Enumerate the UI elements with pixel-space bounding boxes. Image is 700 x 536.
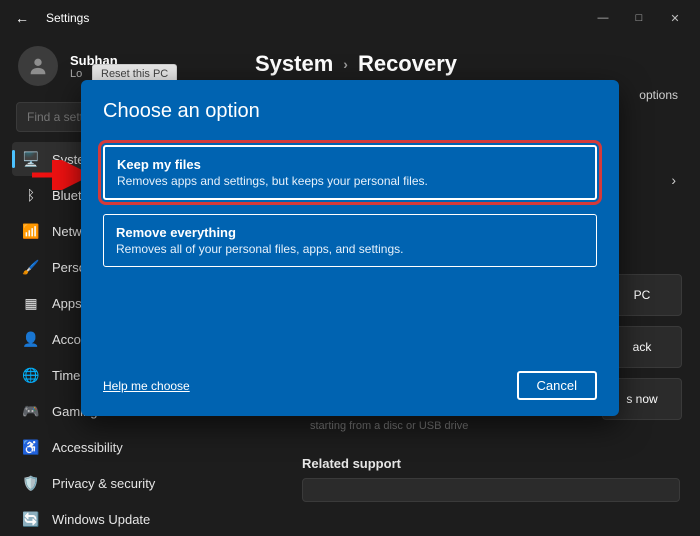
sidebar-item-label: Apps bbox=[52, 296, 82, 311]
option-title: Remove everything bbox=[116, 225, 584, 240]
minimize-button[interactable]: — bbox=[596, 12, 610, 25]
close-button[interactable]: ✕ bbox=[668, 12, 682, 25]
window-title: Settings bbox=[46, 11, 89, 25]
globe-icon: 🌐 bbox=[22, 366, 40, 384]
dialog-title: Choose an option bbox=[103, 100, 597, 123]
option-remove-everything[interactable]: Remove everything Removes all of your pe… bbox=[103, 214, 597, 267]
breadcrumb: System › Recovery bbox=[255, 51, 457, 77]
option-title: Keep my files bbox=[117, 157, 583, 172]
sidebar-item-privacy-security[interactable]: 🛡️ Privacy & security bbox=[12, 466, 232, 500]
maximize-button[interactable]: □ bbox=[632, 12, 646, 25]
sidebar-item-accessibility[interactable]: ♿ Accessibility bbox=[12, 430, 232, 464]
dialog-footer: Help me choose Cancel bbox=[103, 359, 597, 400]
cancel-button[interactable]: Cancel bbox=[517, 371, 597, 400]
person-icon: 👤 bbox=[22, 330, 40, 348]
chevron-right-icon: › bbox=[343, 56, 348, 72]
recovery-options-label: options bbox=[639, 88, 678, 102]
sidebar-item-windows-update[interactable]: 🔄 Windows Update bbox=[12, 502, 232, 536]
option-desc: Removes all of your personal files, apps… bbox=[116, 242, 584, 256]
help-me-choose-link[interactable]: Help me choose bbox=[103, 379, 190, 393]
grid-icon: ▦ bbox=[22, 294, 40, 312]
related-support-heading: Related support bbox=[302, 456, 401, 471]
reset-dialog: Choose an option Keep my files Removes a… bbox=[81, 80, 619, 416]
option-keep-my-files[interactable]: Keep my files Removes apps and settings,… bbox=[103, 145, 597, 200]
sidebar-item-label: Windows Update bbox=[52, 512, 150, 527]
back-icon[interactable]: ← bbox=[8, 10, 36, 26]
person-icon bbox=[27, 55, 49, 77]
access-icon: ♿ bbox=[22, 438, 40, 456]
window-controls: — □ ✕ bbox=[596, 12, 692, 25]
shield-icon: 🛡️ bbox=[22, 474, 40, 492]
sidebar-item-label: Privacy & security bbox=[52, 476, 155, 491]
brush-icon: 🖌️ bbox=[22, 258, 40, 276]
advanced-startup-desc: starting from a disc or USB drive bbox=[310, 420, 468, 432]
wifi-icon: 📶 bbox=[22, 222, 40, 240]
titlebar: ← Settings — □ ✕ bbox=[0, 0, 700, 36]
related-support-card[interactable] bbox=[302, 478, 680, 502]
sidebar-item-label: Accessibility bbox=[52, 440, 123, 455]
update-icon: 🔄 bbox=[22, 510, 40, 528]
chevron-right-icon[interactable]: › bbox=[671, 172, 676, 188]
option-desc: Removes apps and settings, but keeps you… bbox=[117, 174, 583, 188]
crumb-root[interactable]: System bbox=[255, 51, 333, 77]
avatar[interactable] bbox=[18, 46, 58, 86]
gamepad-icon: 🎮 bbox=[22, 402, 40, 420]
crumb-leaf: Recovery bbox=[358, 51, 457, 77]
